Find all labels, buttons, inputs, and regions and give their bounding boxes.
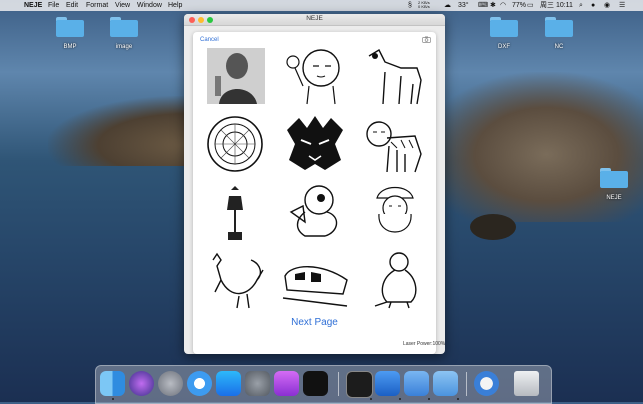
next-page-button[interactable]: Next Page: [193, 317, 436, 328]
cloud-icon[interactable]: ☁: [444, 1, 451, 10]
tiger-thumbnail[interactable]: [361, 114, 429, 174]
portrait-photo-thumbnail[interactable]: [201, 46, 269, 106]
menu-view[interactable]: View: [115, 1, 130, 10]
running-indicator: [370, 398, 372, 400]
screen-recorder-icon[interactable]: [474, 371, 499, 396]
menu-file[interactable]: File: [48, 1, 59, 10]
bluetooth-icon[interactable]: ✱: [490, 1, 496, 10]
app-store-icon[interactable]: [216, 371, 241, 396]
camera-icon[interactable]: [422, 36, 431, 43]
cancel-button[interactable]: Cancel: [200, 37, 219, 43]
running-indicator: [399, 398, 401, 400]
podcasts-icon[interactable]: [274, 371, 299, 396]
finder-icon[interactable]: [100, 371, 125, 396]
net-down: 0 KB/s: [418, 4, 430, 9]
system-preferences-icon[interactable]: [245, 371, 270, 396]
input-icon[interactable]: ⌨: [478, 1, 488, 10]
rooster-thumbnail[interactable]: [201, 250, 269, 310]
notification-center-icon[interactable]: ☰: [619, 1, 625, 10]
battery-icon[interactable]: ▭: [527, 1, 534, 10]
siri-dock-icon[interactable]: [129, 371, 154, 396]
menu-bar: NEJE File Edit Format View Window Help §…: [0, 0, 643, 11]
wifi-icon[interactable]: ◠: [500, 1, 506, 10]
menu-window[interactable]: Window: [137, 1, 162, 10]
temperature[interactable]: 33°: [458, 1, 469, 10]
horse-thumbnail[interactable]: [361, 46, 429, 106]
dock-separator: [338, 372, 339, 396]
neje-app-icon[interactable]: [433, 371, 458, 396]
launchpad-icon[interactable]: [158, 371, 183, 396]
user-icon[interactable]: ●: [591, 1, 595, 10]
image-picker-sheet: Cancel Next Page: [193, 32, 436, 354]
tv-icon[interactable]: [303, 371, 328, 396]
folder-neje-icon[interactable]: [600, 168, 628, 188]
running-indicator: [112, 398, 114, 400]
chick-thumbnail[interactable]: [281, 182, 349, 242]
folder-image-icon[interactable]: [110, 17, 138, 37]
dock: [95, 365, 552, 404]
folder-bmp-icon[interactable]: [56, 17, 84, 37]
terminal-icon[interactable]: [346, 371, 373, 398]
safari-icon[interactable]: [187, 371, 212, 396]
dinosaur-thumbnail[interactable]: [361, 250, 429, 310]
window-title: NEJE: [306, 15, 323, 22]
neje-window: NEJE Cancel Next Page: [184, 14, 445, 354]
spotlight-search-icon[interactable]: ⌕: [579, 1, 583, 10]
menu-app-name[interactable]: NEJE: [24, 1, 42, 10]
window-titlebar[interactable]: NEJE: [184, 14, 445, 26]
street-lamp-thumbnail[interactable]: [201, 182, 269, 242]
folder-neje-label: NEJE: [606, 195, 622, 201]
menu-edit[interactable]: Edit: [66, 1, 78, 10]
clock[interactable]: 周三 10:11: [540, 1, 573, 10]
folder-nc-icon[interactable]: [545, 17, 573, 37]
preview-icon[interactable]: [404, 371, 429, 396]
running-indicator: [457, 398, 459, 400]
ornamental-disc-thumbnail[interactable]: [201, 114, 269, 174]
folder-bmp-label: BMP: [63, 44, 77, 50]
running-indicator: [428, 398, 430, 400]
santa-claus-thumbnail[interactable]: [361, 182, 429, 242]
menu-help[interactable]: Help: [168, 1, 182, 10]
dock-separator-2: [466, 372, 467, 396]
folder-image-label: image: [115, 44, 133, 50]
folder-dxf-icon[interactable]: [490, 17, 518, 37]
xcode-icon[interactable]: [375, 371, 400, 396]
trash-icon[interactable]: [514, 371, 539, 396]
train-thumbnail[interactable]: [281, 250, 349, 310]
battery-percent[interactable]: 77%: [512, 1, 526, 10]
menu-format[interactable]: Format: [86, 1, 108, 10]
siri-icon[interactable]: ◉: [604, 1, 610, 10]
laser-power-label: Laser Power:100%: [403, 341, 446, 347]
tribal-tiger-thumbnail[interactable]: [281, 114, 349, 174]
folder-dxf-label: DXF: [498, 44, 510, 50]
folder-nc-label: NC: [554, 44, 564, 50]
script-icon[interactable]: §: [408, 1, 412, 10]
wallpaper-rock: [470, 214, 516, 240]
cartoon-boy-thumbnail[interactable]: [281, 46, 349, 106]
